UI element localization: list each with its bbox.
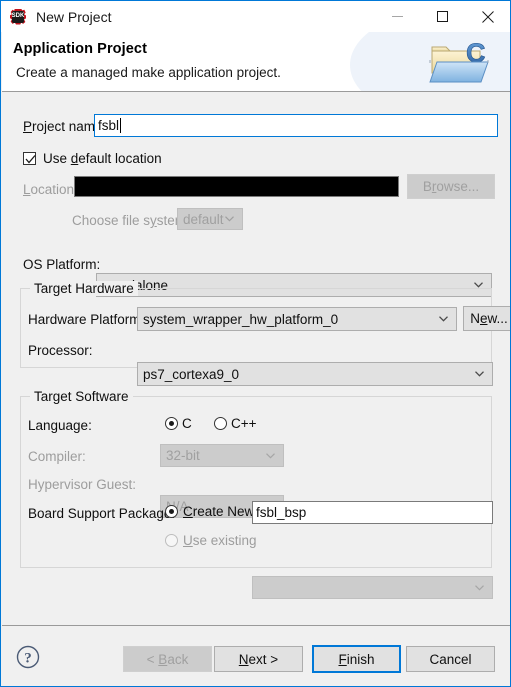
radio-use-existing-indicator <box>165 534 178 547</box>
new-project-dialog: SDK New Project Application Project Crea… <box>0 0 511 687</box>
next-button[interactable]: Next > <box>214 646 303 672</box>
location-label: Location: <box>23 182 78 197</box>
folder-c-icon: C <box>426 36 496 90</box>
next-button-label: Next > <box>238 651 279 667</box>
language-option-c-label: C <box>182 416 192 431</box>
hardware-platform-value: system_wrapper_hw_platform_0 <box>143 311 339 327</box>
checkbox-box <box>23 152 36 165</box>
bsp-existing-combo[interactable] <box>252 576 493 599</box>
dialog-body: Project name: fsbl Use default location … <box>2 92 510 625</box>
language-radio-cpp[interactable]: C++ <box>214 416 257 431</box>
new-hardware-platform-button[interactable]: New... <box>463 306 510 331</box>
window-title: New Project <box>36 8 112 25</box>
bsp-use-existing-label: Use existing <box>183 533 257 548</box>
choose-file-system-value: default <box>183 211 224 227</box>
page-subtitle: Create a managed make application projec… <box>16 65 281 80</box>
target-software-group-title: Target Software <box>30 389 133 404</box>
finish-button-label: Finish <box>338 651 375 667</box>
location-input[interactable] <box>74 176 399 197</box>
bsp-radio-create-new[interactable]: Create New <box>165 504 254 519</box>
target-hardware-group-title: Target Hardware <box>30 281 138 296</box>
processor-label: Processor: <box>28 343 93 358</box>
bsp-radio-use-existing[interactable]: Use existing <box>165 533 257 548</box>
sdk-logo-icon: SDK <box>10 8 26 25</box>
title-bar: SDK New Project <box>1 1 510 32</box>
project-name-input[interactable]: fsbl <box>94 114 498 137</box>
svg-text:?: ? <box>24 651 32 667</box>
dialog-footer: ? < Back Next > Finish Cancel <box>2 626 510 686</box>
use-default-location-label: Use default location <box>43 151 162 166</box>
project-name-value: fsbl <box>98 118 120 133</box>
hardware-platform-label: Hardware Platform: <box>28 312 145 327</box>
radio-create-new-indicator <box>165 505 178 518</box>
choose-file-system-combo[interactable]: default <box>177 208 243 230</box>
target-software-group: Target Software Language: C C++ Compiler… <box>20 389 493 599</box>
maximize-button[interactable] <box>420 1 465 32</box>
hardware-platform-combo[interactable]: system_wrapper_hw_platform_0 <box>137 307 457 331</box>
back-button[interactable]: < Back <box>123 646 212 672</box>
close-button[interactable] <box>465 1 510 32</box>
target-hardware-group: Target Hardware Hardware Platform: syste… <box>20 281 510 386</box>
browse-button-label: Browse... <box>422 179 480 194</box>
use-default-location-checkbox[interactable]: Use default location <box>23 151 162 166</box>
bsp-name-value: fsbl_bsp <box>256 505 307 520</box>
chevron-down-icon <box>225 216 234 222</box>
processor-combo[interactable]: ps7_cortexa9_0 <box>137 362 493 386</box>
compiler-value: 32-bit <box>166 448 200 463</box>
language-radio-c[interactable]: C <box>165 416 192 431</box>
cancel-button-label: Cancel <box>429 651 472 667</box>
bsp-name-input[interactable]: fsbl_bsp <box>252 501 493 524</box>
minimize-button[interactable] <box>375 1 420 32</box>
hypervisor-guest-label: Hypervisor Guest: <box>28 477 137 492</box>
finish-button[interactable]: Finish <box>312 645 401 673</box>
language-option-cpp-label: C++ <box>231 416 257 431</box>
radio-c-indicator <box>165 417 178 430</box>
compiler-combo[interactable]: 32-bit <box>160 444 284 467</box>
dialog-header: Application Project Create a managed mak… <box>2 32 510 91</box>
os-platform-label: OS Platform: <box>23 257 101 272</box>
cancel-button[interactable]: Cancel <box>406 646 495 672</box>
bsp-create-new-label: Create New <box>183 504 255 519</box>
chevron-down-icon <box>439 316 448 322</box>
window-controls <box>375 1 510 32</box>
processor-value: ps7_cortexa9_0 <box>143 366 240 382</box>
back-button-label: < Back <box>146 651 189 667</box>
board-support-package-label: Board Support Package: <box>28 506 176 521</box>
browse-button[interactable]: Browse... <box>407 174 495 199</box>
chevron-down-icon <box>475 371 484 377</box>
chevron-down-icon <box>475 584 484 591</box>
choose-file-system-label: Choose file system: <box>72 213 190 228</box>
text-caret <box>120 118 122 133</box>
help-question-icon[interactable]: ? <box>16 645 40 669</box>
page-title: Application Project <box>13 41 148 57</box>
radio-cpp-indicator <box>214 417 227 430</box>
new-button-label: New... <box>470 311 508 326</box>
compiler-label: Compiler: <box>28 449 86 464</box>
language-label: Language: <box>28 418 92 433</box>
chevron-down-icon <box>266 452 275 459</box>
